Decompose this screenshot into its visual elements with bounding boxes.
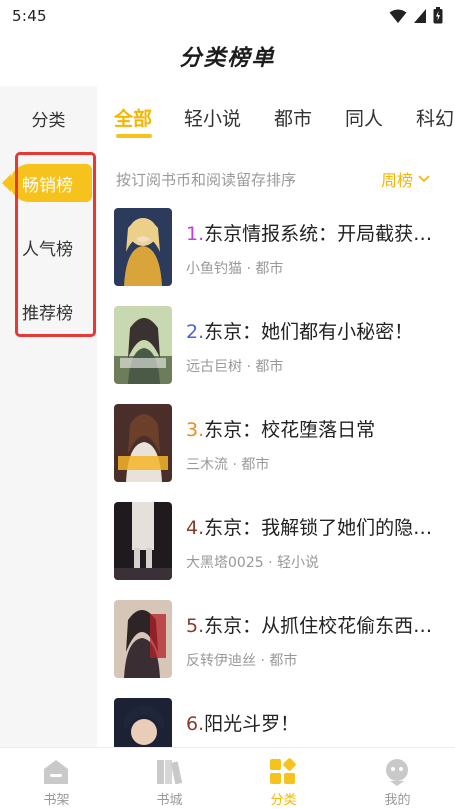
book-item[interactable]: 1.东京情报系统：开局截获三大... 小鱼钓猫 · 都市: [114, 208, 449, 286]
highlight-box: [15, 152, 96, 337]
tab-all[interactable]: 全部: [114, 104, 152, 131]
tab-urban[interactable]: 都市: [274, 104, 312, 131]
book-title: 5.东京：从抓住校花偷东西开始: [186, 615, 436, 637]
bottom-nav: 书架 书城 分类 我的: [0, 747, 455, 809]
tab-underline: [116, 134, 152, 138]
nav-bookshelf[interactable]: 书架: [0, 748, 113, 809]
status-bar: 5:45: [0, 0, 455, 34]
tab-fanfic[interactable]: 同人: [345, 104, 383, 131]
book-meta: 三木流 · 都市: [186, 457, 270, 473]
book-title: 2.东京：她们都有小秘密！: [186, 321, 414, 343]
bookshelf-icon: [44, 760, 68, 784]
status-time: 5:45: [12, 7, 47, 25]
bookstore-icon: [157, 760, 183, 785]
nav-label: 分类: [270, 793, 297, 808]
book-cover: [114, 208, 172, 286]
book-item[interactable]: 3.东京：校花堕落日常 三木流 · 都市: [114, 404, 449, 482]
wifi-icon: [389, 9, 407, 23]
book-cover: [114, 404, 172, 482]
tab-scifi[interactable]: 科幻: [416, 104, 454, 131]
battery-icon: [433, 7, 443, 24]
chevron-down-icon: [418, 175, 430, 183]
period-dropdown[interactable]: 周榜: [381, 167, 431, 191]
nav-bookstore[interactable]: 书城: [113, 748, 226, 809]
nav-category[interactable]: 分类: [227, 748, 340, 809]
period-label: 周榜: [381, 171, 414, 190]
category-icon: [270, 758, 296, 784]
book-cover: [114, 502, 172, 580]
book-title: 3.东京：校花堕落日常: [186, 419, 376, 441]
book-meta: 远古巨树 · 都市: [186, 359, 284, 375]
book-cover: [114, 600, 172, 678]
book-meta: 大黑塔0025 · 轻小说: [186, 555, 319, 571]
book-title: 4.东京：我解锁了她们的隐藏剧情: [186, 517, 436, 539]
nav-label: 我的: [384, 793, 411, 808]
profile-icon: [386, 759, 408, 786]
book-meta: 小鱼钓猫 · 都市: [186, 261, 284, 277]
book-item[interactable]: 5.东京：从抓住校花偷东西开始 反转伊迪丝 · 都市: [114, 600, 449, 678]
book-title: 1.东京情报系统：开局截获三大...: [186, 223, 436, 245]
book-item[interactable]: 4.东京：我解锁了她们的隐藏剧情 大黑塔0025 · 轻小说: [114, 502, 449, 580]
tab-light-novel[interactable]: 轻小说: [184, 104, 241, 131]
book-title: 6.阳光斗罗！: [186, 713, 300, 735]
page-title: 分类榜单: [179, 46, 276, 71]
status-icons: [389, 7, 443, 24]
nav-profile[interactable]: 我的: [341, 748, 454, 809]
book-cover: [114, 306, 172, 384]
nav-label: 书架: [43, 793, 70, 808]
signal-icon: [414, 8, 426, 23]
sidebar-heading: 分类: [31, 111, 66, 131]
book-meta: 反转伊迪丝 · 都市: [186, 653, 298, 669]
nav-label: 书城: [156, 793, 183, 808]
category-tabs: 全部 轻小说 都市 同人 科幻: [97, 86, 455, 140]
book-item[interactable]: 2.东京：她们都有小秘密！ 远古巨树 · 都市: [114, 306, 449, 384]
sort-hint: 按订阅书币和阅读留存排序: [116, 171, 297, 189]
